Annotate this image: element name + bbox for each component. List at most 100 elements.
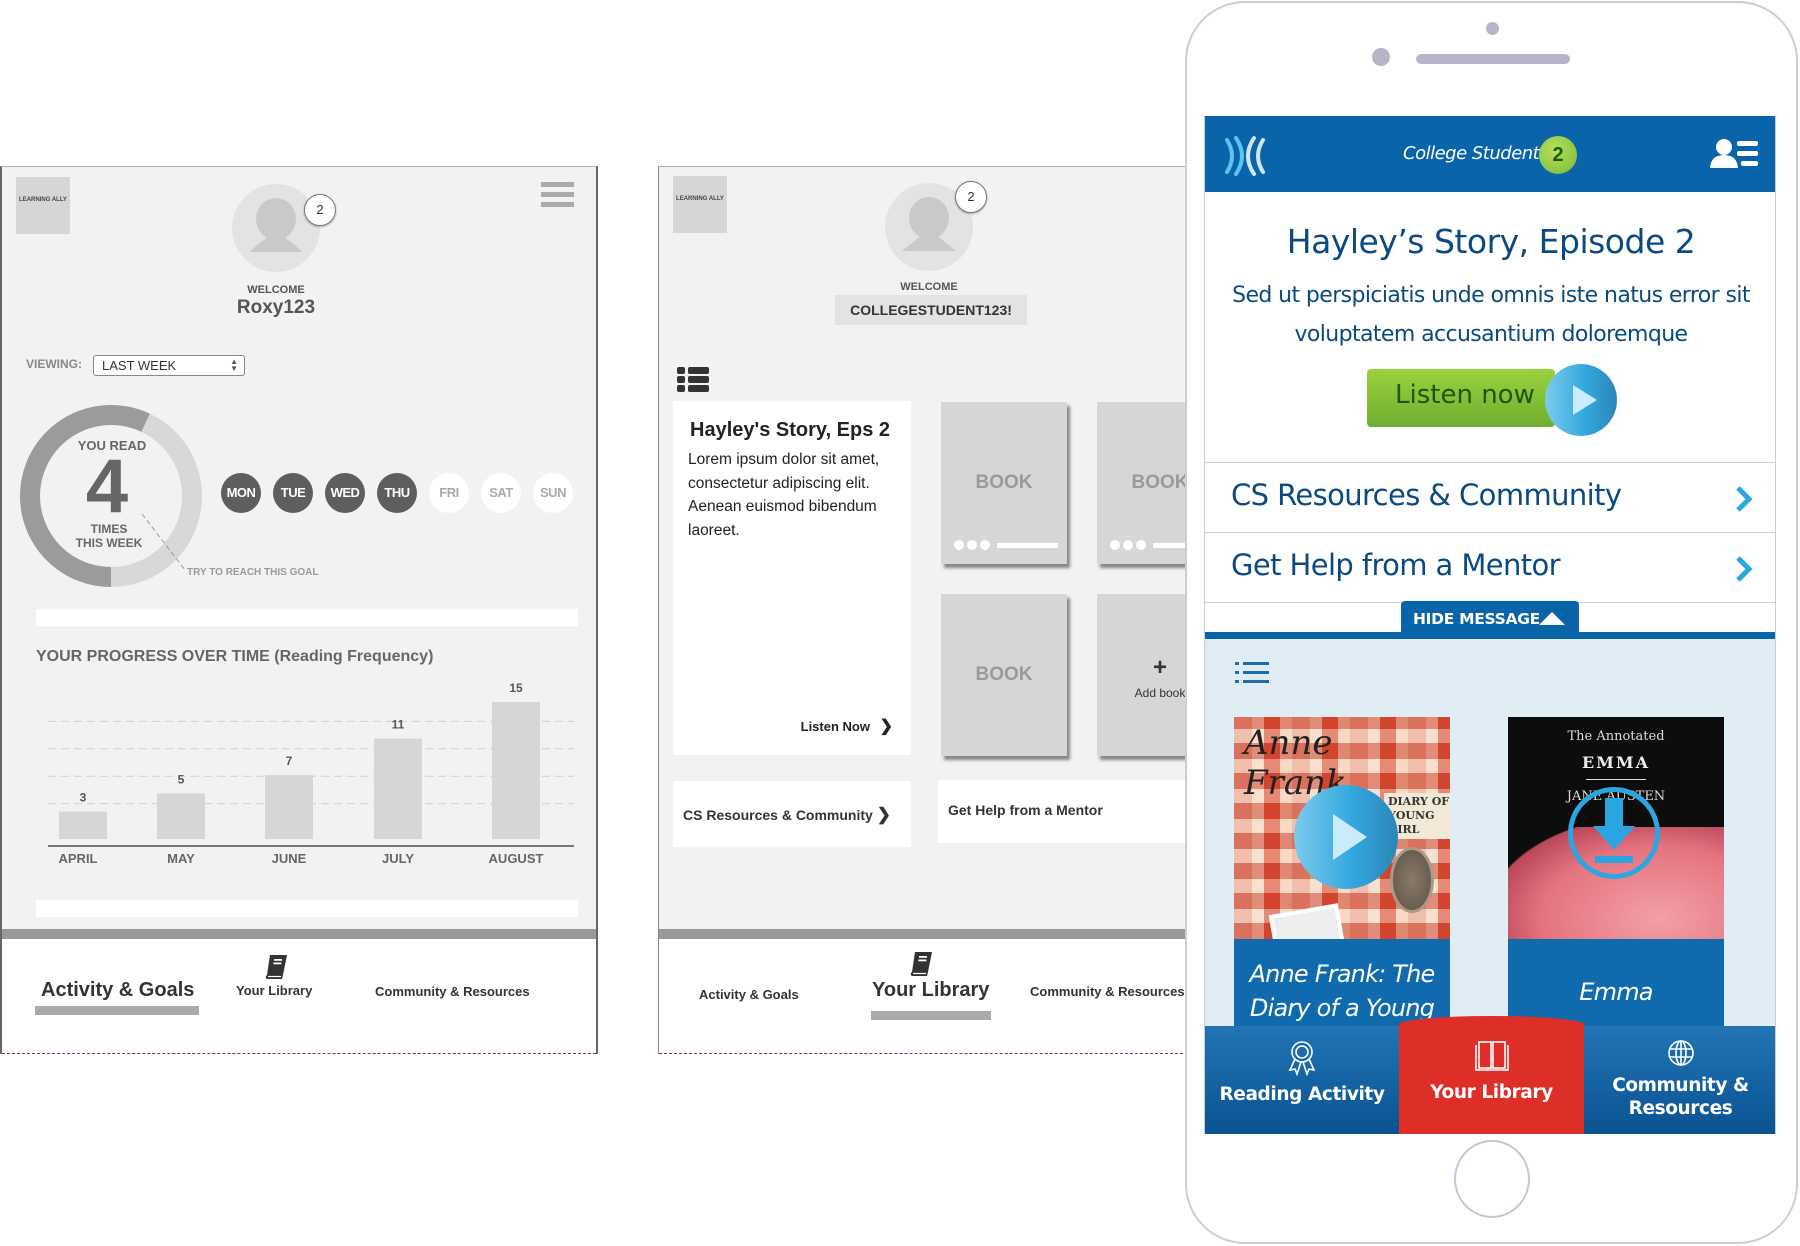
mentor-help-row[interactable]: Get Help from a Mentor xyxy=(1205,532,1775,602)
book-icon xyxy=(265,955,287,979)
nav-separator xyxy=(659,929,1198,939)
avatar[interactable] xyxy=(232,184,320,272)
cs-resources-link[interactable]: CS Resources & Community ❯ xyxy=(673,781,911,847)
book-tile[interactable]: BOOK xyxy=(1097,402,1198,564)
nav-tab-your-library[interactable]: Your Library xyxy=(872,979,989,1002)
day-wed: WED xyxy=(325,473,365,513)
weekday-tracker: MON TUE WED THU FRI SAT SUN xyxy=(221,473,573,513)
open-book-icon xyxy=(1474,1041,1509,1071)
nav-label: Reading Activity xyxy=(1219,1084,1385,1105)
mentor-help-link[interactable]: Get Help from a Mentor xyxy=(938,780,1198,843)
book-tile[interactable]: BOOK xyxy=(941,594,1067,756)
cover-lock-image xyxy=(1390,847,1434,913)
chevron-right-icon: ❯ xyxy=(879,718,893,735)
select-arrows-icon: ▲ ▼ xyxy=(230,357,238,373)
data-label: 15 xyxy=(509,681,523,695)
learning-ally-logo[interactable]: LEARNING ALLY xyxy=(673,176,727,233)
chevron-right-icon: ❯ xyxy=(876,805,891,824)
add-book-button[interactable]: + Add book xyxy=(1097,594,1198,756)
globe-icon xyxy=(1667,1040,1694,1066)
active-tab-underline xyxy=(871,1011,991,1020)
learning-ally-logo[interactable]: LEARNING ALLY xyxy=(16,177,70,234)
goal-label: TRY TO REACH THIS GOAL xyxy=(187,567,319,578)
phone-home-button[interactable] xyxy=(1454,1140,1530,1218)
nav-tab-reading-activity[interactable]: Reading Activity xyxy=(1205,1026,1399,1134)
day-fri: FRI xyxy=(429,473,469,513)
viewing-label: VIEWING: xyxy=(26,357,82,371)
cs-resources-row[interactable]: CS Resources & Community xyxy=(1205,462,1775,532)
chevron-right-icon xyxy=(1736,556,1753,582)
day-mon: MON xyxy=(221,473,261,513)
book-label: BOOK xyxy=(975,664,1033,685)
cover-title-text: EMMA xyxy=(1581,753,1651,772)
book-icon xyxy=(910,952,932,976)
x-tick-label: JULY xyxy=(382,851,414,866)
featured-message: Hayley’s Story, Episode 2 Sed ut perspic… xyxy=(1205,192,1775,462)
viewing-period-select[interactable]: LAST WEEK ▲ ▼ xyxy=(93,355,245,376)
avatar-body-icon xyxy=(902,229,956,251)
day-sat: SAT xyxy=(481,473,521,513)
phone-speaker xyxy=(1416,54,1570,64)
listen-now-link[interactable]: Listen Now ❯ xyxy=(801,716,893,736)
story-title: Hayley's Story, Eps 2 xyxy=(690,419,891,441)
cover-subtitle: The Annotated xyxy=(1567,729,1665,744)
phone-camera xyxy=(1372,48,1390,66)
notification-badge[interactable]: 2 xyxy=(955,181,987,213)
book-tile[interactable]: BOOK xyxy=(941,402,1067,564)
ring-count: 4 xyxy=(85,444,129,529)
data-label: 11 xyxy=(392,718,405,732)
book-cover-emma[interactable]: The Annotated EMMA JANE AUSTEN xyxy=(1508,717,1724,939)
list-view-icon[interactable] xyxy=(1235,661,1269,685)
hamburger-menu-icon[interactable] xyxy=(541,182,574,209)
username: Roxy123 xyxy=(236,297,316,318)
book-cover-anne-frank[interactable]: Anne Frank. DIARY OF YOUNG GIRL xyxy=(1234,717,1450,939)
message-title: Hayley’s Story, Episode 2 xyxy=(1286,222,1696,261)
cs-resources-label: CS Resources & Community xyxy=(1231,478,1622,512)
nav-tab-your-library[interactable]: Your Library xyxy=(236,983,312,998)
nav-tab-your-library[interactable]: Your Library xyxy=(1399,1016,1584,1134)
list-view-icon[interactable] xyxy=(677,367,709,393)
data-label: 5 xyxy=(178,772,185,786)
hide-message-label: HIDE MESSAGE xyxy=(1413,610,1540,628)
avatar-body-icon xyxy=(249,230,303,252)
bar-june xyxy=(265,775,313,839)
featured-story-card[interactable]: Hayley's Story, Eps 2 Lorem ipsum dolor … xyxy=(673,401,911,755)
bottom-nav: Activity & Goals Your Library Community … xyxy=(659,939,1198,1054)
data-label: 7 xyxy=(286,754,293,768)
phone-sensor xyxy=(1486,22,1499,35)
chevron-right-icon xyxy=(1736,486,1753,512)
notification-badge[interactable]: 2 xyxy=(304,194,336,226)
nav-tab-activity-goals[interactable]: Activity & Goals xyxy=(699,987,799,1002)
chart-title: YOUR PROGRESS OVER TIME (Reading Frequen… xyxy=(36,648,434,665)
mentor-help-label: Get Help from a Mentor xyxy=(1231,548,1561,582)
play-triangle-icon xyxy=(1573,385,1597,415)
play-button-icon[interactable] xyxy=(1294,785,1398,889)
mentor-help-label: Get Help from a Mentor xyxy=(948,802,1103,818)
listen-now-label: Listen now xyxy=(1395,380,1535,410)
notification-count-badge[interactable]: 2 xyxy=(1539,136,1577,174)
nav-tab-activity-goals[interactable]: Activity & Goals xyxy=(41,979,194,1002)
phone-screen: College Student 2 Hayley’s Story, Episod… xyxy=(1204,116,1776,1134)
nav-tab-community-resources[interactable]: Community & Resources xyxy=(1584,1026,1775,1134)
bar-april xyxy=(59,811,107,839)
nav-tab-community-resources[interactable]: Community & Resources xyxy=(375,984,530,999)
learning-ally-logo-icon[interactable] xyxy=(1223,136,1267,176)
profile-menu-icon[interactable] xyxy=(1710,138,1760,170)
nav-tab-community-resources[interactable]: Community & Resources xyxy=(1030,984,1185,999)
goal-pointer-line xyxy=(141,513,186,571)
download-button-icon[interactable] xyxy=(1568,787,1660,879)
plus-icon: + xyxy=(1152,654,1167,681)
viewing-period-value: LAST WEEK xyxy=(102,358,177,373)
play-button-icon[interactable] xyxy=(1545,364,1617,436)
hide-message-button[interactable]: HIDE MESSAGE xyxy=(1401,601,1579,635)
wireframe-your-library: LEARNING ALLY 2 WELCOME COLLEGESTUDENT12… xyxy=(658,166,1198,1054)
listen-now-button[interactable]: Listen now xyxy=(1367,369,1555,427)
x-tick-label: APRIL xyxy=(59,851,98,866)
x-tick-label: AUGUST xyxy=(489,851,544,866)
x-tick-label: MAY xyxy=(167,851,195,866)
book-label: BOOK xyxy=(1131,472,1189,493)
progress-bar-chart: 3 APRIL 5 MAY 7 JUNE 11 JULY 15 AUGUST xyxy=(48,681,574,866)
award-ribbon-icon xyxy=(1288,1041,1316,1076)
book-label: BOOK xyxy=(975,472,1033,493)
cs-resources-label: CS Resources & Community xyxy=(683,807,873,823)
